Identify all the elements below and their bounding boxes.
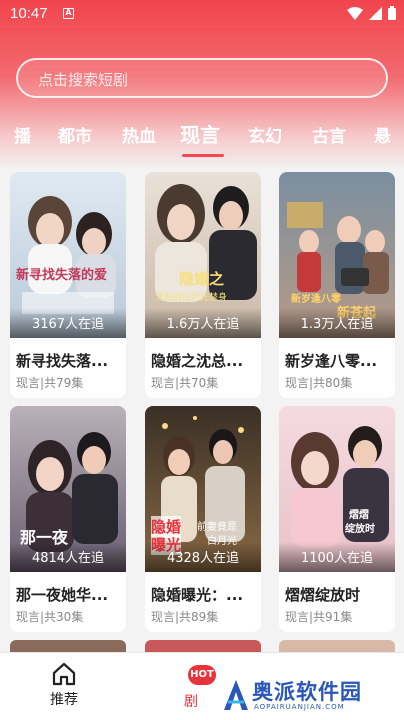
status-time: 10:47 xyxy=(10,5,48,22)
view-count: 1100人在追 xyxy=(300,551,374,566)
drama-meta: 现言|共91集 xyxy=(285,610,353,624)
poster-subtitle-art: 前妻竟是 xyxy=(197,522,237,533)
watermark-logo-icon xyxy=(224,680,248,710)
view-count: 1.3万人在追 xyxy=(300,317,374,332)
drama-meta: 现言|共30集 xyxy=(16,610,84,624)
view-count: 4328人在追 xyxy=(166,551,240,566)
drama-card-peek[interactable] xyxy=(279,640,395,652)
drama-card-peek[interactable] xyxy=(145,640,261,652)
search-input[interactable]: 点击搜索短剧 xyxy=(16,58,388,98)
watermark: 奥派软件园 AOPAIRUANJIAN.COM xyxy=(222,676,398,716)
status-bar: 10:47 A xyxy=(0,0,404,30)
watermark-text: 奥派软件园 xyxy=(252,680,362,704)
drama-meta: 现言|共70集 xyxy=(151,376,219,390)
tab-guyan[interactable]: 古言 xyxy=(312,122,346,147)
poster-subtitle-art: 绽放时 xyxy=(345,524,375,535)
drama-title: 隐婚曝光：... xyxy=(151,586,244,604)
poster-title-art: 熠熠 xyxy=(349,510,369,521)
drama-poster[interactable]: 隐婚 曝光 前妻竟是 白月光 4328人在追 xyxy=(145,406,261,572)
poster-subtitle-art: 沈总的白月光替身 xyxy=(155,293,228,303)
drama-card-peek[interactable] xyxy=(10,640,126,652)
tab-xuanhuan[interactable]: 玄幻 xyxy=(248,122,282,147)
poster-title-art: 新岁逢八零 xyxy=(291,294,341,305)
tab-partial-left[interactable]: 播 xyxy=(14,122,31,147)
wifi-icon xyxy=(347,6,363,20)
drama-meta: 现言|共89集 xyxy=(151,610,219,624)
drama-title: 熠熠绽放时 xyxy=(285,586,361,604)
search-placeholder: 点击搜索短剧 xyxy=(38,71,129,89)
notification-icon: A xyxy=(63,8,74,19)
drama-meta: 现言|共79集 xyxy=(16,376,84,390)
tab-partial-right[interactable]: 悬 xyxy=(374,122,391,147)
view-count: 4814人在追 xyxy=(31,551,105,566)
drama-card[interactable]: 新岁逢八零 新苍起 1.3万人在追 新岁逢八零... 现言|共80集 xyxy=(279,172,395,398)
nav-drama[interactable]: 剧 xyxy=(184,689,198,711)
signal-icon xyxy=(369,6,382,20)
drama-card[interactable]: 隐婚 曝光 前妻竟是 白月光 4328人在追 隐婚曝光：... 现言|共89集 xyxy=(145,406,261,632)
drama-title: 新寻找失落... xyxy=(16,352,109,370)
active-tab-indicator xyxy=(182,154,224,157)
drama-poster[interactable]: 隐婚之 沈总的白月光替身 1.6万人在追 xyxy=(145,172,261,338)
home-icon xyxy=(52,662,76,686)
view-count: 3167人在追 xyxy=(31,317,105,332)
nav-home[interactable]: 推荐 xyxy=(50,661,78,709)
tab-dushi[interactable]: 都市 xyxy=(58,122,92,147)
poster-title-art: 隐婚之 xyxy=(179,270,225,288)
nav-home-label: 推荐 xyxy=(50,692,78,708)
watermark-subtext: AOPAIRUANJIAN.COM xyxy=(254,703,345,711)
drama-title: 那一夜她华... xyxy=(16,586,109,604)
drama-card[interactable]: 新寻找失落的爱 3167人在追 新寻找失落... 现言|共79集 xyxy=(10,172,126,398)
tab-rexue[interactable]: 热血 xyxy=(122,122,156,147)
drama-card[interactable]: 熠熠 绽放时 1100人在追 熠熠绽放时 现言|共91集 xyxy=(279,406,395,632)
drama-poster[interactable]: 新寻找失落的爱 3167人在追 xyxy=(10,172,126,338)
view-count: 1.6万人在追 xyxy=(166,317,240,332)
nav-drama-label: 剧 xyxy=(184,694,198,710)
drama-card[interactable]: 隐婚之 沈总的白月光替身 1.6万人在追 隐婚之沈总... 现言|共70集 xyxy=(145,172,261,398)
drama-card[interactable]: 那一夜 4814人在追 那一夜她华... 现言|共30集 xyxy=(10,406,126,632)
drama-title: 隐婚之沈总... xyxy=(151,352,244,370)
hot-badge: HOT xyxy=(188,665,216,685)
drama-poster[interactable]: 熠熠 绽放时 1100人在追 xyxy=(279,406,395,572)
tab-xianyan[interactable]: 现言 xyxy=(180,119,220,148)
drama-poster[interactable]: 那一夜 4814人在追 xyxy=(10,406,126,572)
battery-icon xyxy=(388,6,396,20)
category-tabs: 播 都市 热血 现言 玄幻 古言 悬 xyxy=(0,118,404,158)
drama-meta: 现言|共80集 xyxy=(285,376,353,390)
poster-title-art: 新寻找失落的爱 xyxy=(16,268,108,283)
drama-poster[interactable]: 新岁逢八零 新苍起 1.3万人在追 xyxy=(279,172,395,338)
drama-title: 新岁逢八零... xyxy=(285,352,378,370)
